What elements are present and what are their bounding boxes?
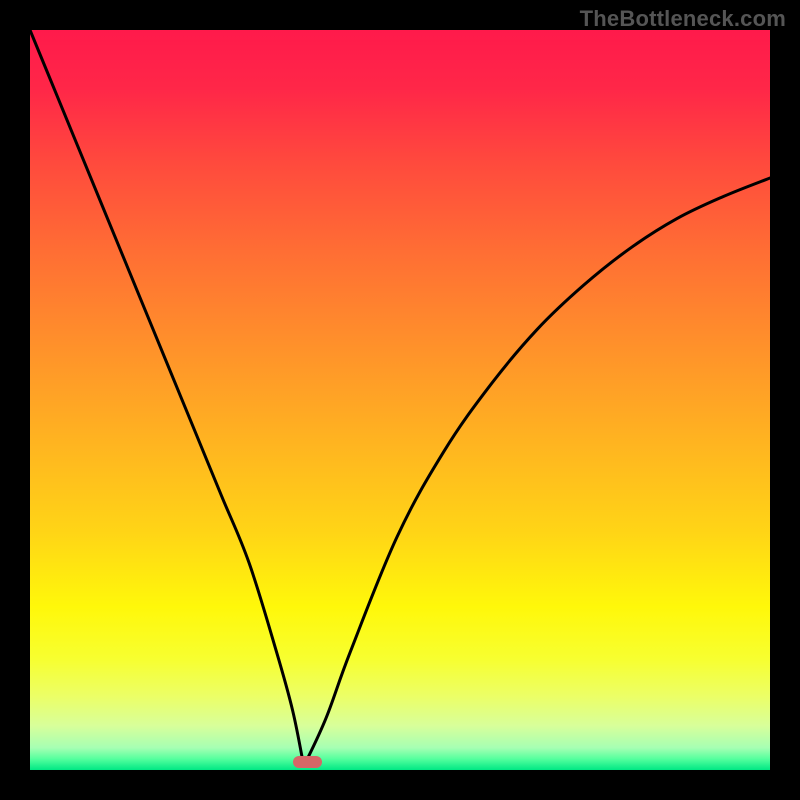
curve-right-branch [304, 178, 770, 766]
plot-area [30, 30, 770, 770]
curve-left-branch [30, 30, 304, 766]
curve-layer [30, 30, 770, 770]
watermark-text: TheBottleneck.com [580, 6, 786, 32]
chart-frame: TheBottleneck.com [0, 0, 800, 800]
bottleneck-marker [293, 756, 323, 768]
